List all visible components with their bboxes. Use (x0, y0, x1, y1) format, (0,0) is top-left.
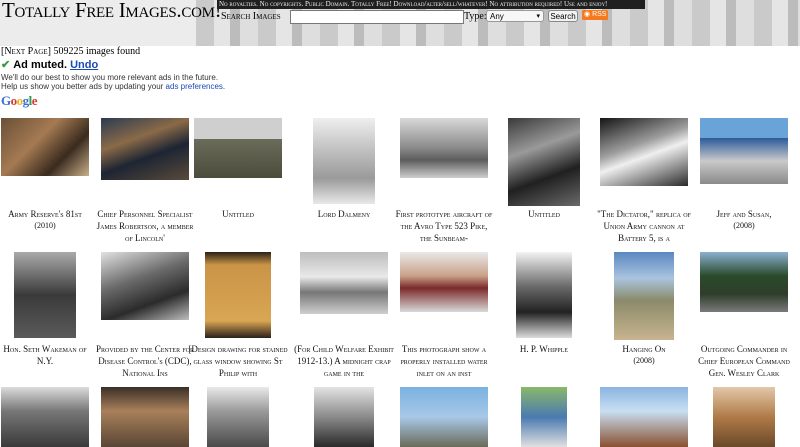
image-caption[interactable]: Untitled (188, 208, 288, 248)
type-select-value: Any (490, 12, 504, 21)
image-caption[interactable]: Lord Dalmeny (294, 208, 394, 248)
image-thumbnail[interactable] (314, 387, 374, 447)
site-header: Totally Free Images.com! No royalties. N… (0, 0, 800, 46)
image-thumbnail[interactable] (508, 118, 580, 206)
image-thumbnail[interactable] (1, 118, 89, 176)
image-caption[interactable]: This photograph show a properly installe… (394, 343, 494, 383)
ad-muted-text: Ad muted. (13, 59, 67, 71)
undo-link[interactable]: Undo (70, 59, 98, 71)
image-thumbnail[interactable] (1, 387, 89, 447)
site-title[interactable]: Totally Free Images.com! (2, 0, 222, 23)
image-thumbnail[interactable] (205, 252, 271, 338)
caption-title: Hanging On (622, 344, 666, 354)
image-thumbnail[interactable] (713, 387, 775, 447)
image-caption[interactable]: [Design drawing for stained glass window… (188, 343, 288, 383)
image-thumbnail[interactable] (101, 387, 189, 447)
rss-link[interactable]: ◉ RSS (582, 10, 609, 20)
caption-title: First prototype aircraft of the Avro Typ… (395, 209, 493, 243)
image-thumbnail[interactable] (207, 387, 269, 447)
image-caption[interactable]: Untitled (494, 208, 594, 248)
caption-title: [Design drawing for stained glass window… (188, 344, 288, 378)
image-thumbnail[interactable] (14, 252, 76, 338)
image-thumbnail[interactable] (400, 252, 488, 312)
image-caption[interactable]: Outgoing Commander in Chief European Com… (694, 343, 794, 383)
image-thumbnail[interactable] (600, 387, 688, 447)
search-input[interactable] (290, 10, 464, 24)
image-thumbnail[interactable] (700, 118, 788, 184)
image-thumbnail[interactable] (600, 118, 688, 186)
image-thumbnail[interactable] (400, 118, 488, 178)
search-button[interactable]: Search (548, 10, 578, 22)
image-caption[interactable]: Hon. Seth Wakeman of N.Y. (0, 343, 95, 383)
ad-preferences-line: Help us show you better ads by updating … (1, 82, 225, 91)
type-select[interactable]: Any ▾ (486, 10, 544, 22)
image-caption[interactable]: Army Reserve's 81st (2010) (0, 208, 95, 248)
image-caption[interactable]: Hanging On (2008) (594, 343, 694, 383)
ad-feedback-line: We'll do our best to show you more relev… (1, 73, 219, 82)
ad-preferences-suffix: . (222, 82, 226, 91)
image-caption[interactable]: Chief Personnel Specialist James Roberts… (95, 208, 195, 248)
caption-title: Lord Dalmeny (317, 209, 371, 219)
checkmark-icon: ✔ (1, 59, 11, 71)
image-caption[interactable]: (For Child Welfare Exhibit 1912-13.) A m… (294, 343, 394, 383)
ad-muted-notice: ✔ Ad muted. Undo (1, 58, 98, 71)
image-thumbnail[interactable] (700, 252, 788, 312)
image-thumbnail[interactable] (614, 252, 674, 340)
caption-title: Untitled (528, 209, 560, 219)
image-thumbnail[interactable] (313, 118, 375, 204)
results-line: [Next Page] 509225 images found (1, 46, 140, 57)
google-logo: Google (1, 93, 38, 108)
rss-icon: ◉ (584, 11, 591, 18)
image-caption[interactable]: "The Dictator," replica of Union Army ca… (594, 208, 694, 248)
site-tagline: No royalties. No copyrights. Public Doma… (217, 0, 645, 9)
caption-date: (2008) (733, 221, 755, 230)
image-thumbnail[interactable] (400, 387, 488, 447)
rss-label: RSS (592, 11, 607, 18)
caption-title: Army Reserve's 81st (8, 209, 82, 219)
caption-title: Jeff and Susan, (716, 209, 772, 219)
search-label: Search Images (221, 11, 281, 22)
image-caption[interactable]: Provided by the Center for Disease Contr… (95, 343, 195, 383)
image-thumbnail[interactable] (194, 118, 282, 178)
image-thumbnail[interactable] (101, 118, 189, 180)
ad-preferences-prefix: Help us show you better ads by updating … (1, 82, 166, 91)
caption-title: Outgoing Commander in Chief European Com… (698, 344, 790, 378)
caption-date: (2008) (633, 356, 655, 365)
image-caption[interactable]: Jeff and Susan, (2008) (694, 208, 794, 248)
image-caption[interactable]: H. P. Whipple (494, 343, 594, 383)
caption-title: Hon. Seth Wakeman of N.Y. (3, 344, 87, 366)
caption-date: (2010) (34, 221, 56, 230)
image-thumbnail[interactable] (521, 387, 567, 447)
type-label: Type: (464, 11, 487, 22)
caption-title: This photograph show a properly installe… (400, 344, 488, 378)
caption-title: H. P. Whipple (519, 344, 569, 354)
image-caption[interactable]: First prototype aircraft of the Avro Typ… (394, 208, 494, 248)
caption-title: Chief Personnel Specialist James Roberts… (96, 209, 194, 243)
caption-title: "The Dictator," replica of Union Army ca… (597, 209, 691, 243)
results-count: 509225 images found (53, 46, 141, 57)
image-thumbnail[interactable] (516, 252, 572, 338)
image-thumbnail[interactable] (101, 252, 189, 320)
caption-title: Untitled (222, 209, 254, 219)
chevron-down-icon: ▾ (536, 13, 540, 20)
caption-title: (For Child Welfare Exhibit 1912-13.) A m… (294, 344, 394, 378)
image-thumbnail[interactable] (300, 252, 388, 314)
ads-preferences-link[interactable]: ads preferences (166, 82, 223, 91)
caption-title: Provided by the Center for Disease Contr… (95, 344, 194, 378)
next-page-link[interactable]: [Next Page] (1, 46, 51, 57)
